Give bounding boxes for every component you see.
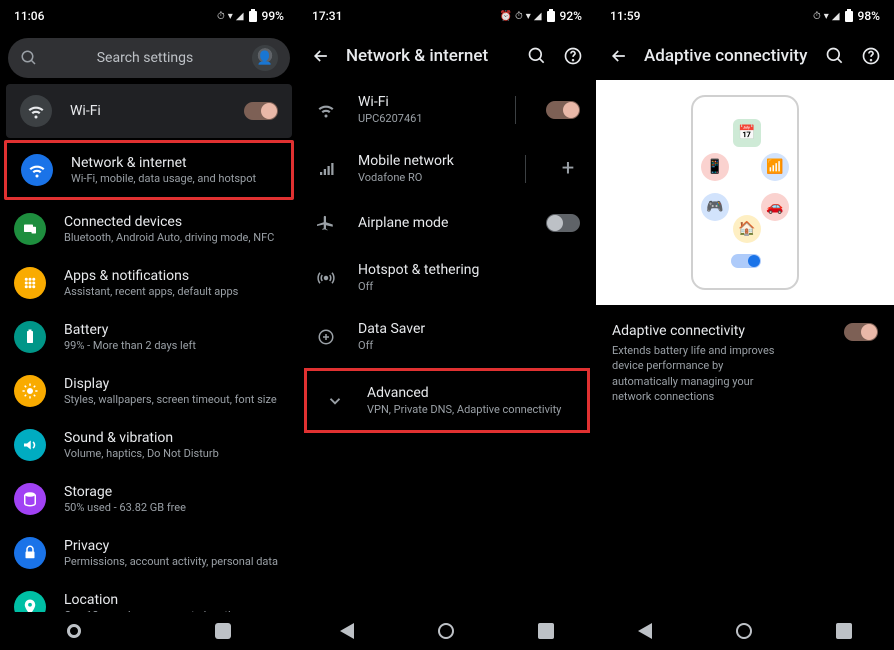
network-item-wifi[interactable]: Wi-FiUPC6207461 [298,80,596,139]
illus-toggle [731,254,761,268]
battery-icon [844,9,854,23]
screen-header: Network & internet [298,32,596,80]
battery-icon [546,9,556,23]
airplane-icon [314,214,338,232]
nav-back[interactable] [638,623,652,639]
devices-icon [14,213,46,245]
nav-recent-pill[interactable] [67,624,81,638]
add-network-button[interactable]: + [556,156,580,181]
battery-text: 98% [858,9,880,23]
screen-title: Network & internet [346,46,512,66]
screen-header: Adaptive connectivity [596,32,894,80]
clock: 17:31 [312,9,342,23]
network-item-hotspot[interactable]: Hotspot & tetheringOff [298,248,596,307]
adaptive-toggle[interactable] [844,323,878,341]
clock: 11:59 [610,9,640,23]
settings-item-network[interactable]: Network & internet Wi-Fi, mobile, data u… [7,143,291,197]
nav-bar [596,612,894,650]
highlight-network: Network & internet Wi-Fi, mobile, data u… [4,140,294,200]
illus-dot: 🎮 [701,193,729,221]
status-bar: 11:59 ⏱▾◢ 98% [596,0,894,32]
search-button[interactable] [824,45,846,67]
nav-bar [298,612,596,650]
back-button[interactable] [608,45,630,67]
status-icons: ⏰⏱▾◢ [500,11,542,22]
status-icons: ⏱▾◢ [217,11,244,22]
adaptive-setting-row[interactable]: Adaptive connectivity Extends battery li… [596,305,894,423]
illus-dot: 🏠 [733,215,761,243]
adaptive-title: Adaptive connectivity [612,323,792,339]
wifi-toggle[interactable] [244,102,278,120]
airplane-toggle[interactable] [546,214,580,232]
back-button[interactable] [310,45,332,67]
screen-title: Adaptive connectivity [644,46,810,66]
wifi-toggle[interactable] [546,101,580,119]
phone-illustration: 📅 📱 📶 🎮 🚗 🏠 [691,95,799,290]
illus-dot: 🚗 [761,193,789,221]
status-bar: 17:31 ⏰⏱▾◢ 92% [298,0,596,32]
battery-text: 99% [262,9,284,23]
sound-icon [14,429,46,461]
chevron-down-icon [323,392,347,410]
nav-bar [0,612,298,650]
search-placeholder: Search settings [48,50,242,66]
network-item-advanced[interactable]: AdvancedVPN, Private DNS, Adaptive conne… [307,371,587,430]
help-button[interactable] [860,45,882,67]
adaptive-panel: 11:59 ⏱▾◢ 98% Adaptive connectivity 📅 📱 … [596,0,894,650]
wifi-quick-toggle[interactable]: Wi-Fi [6,84,292,138]
privacy-icon [14,537,46,569]
network-item-datasaver[interactable]: Data SaverOff [298,307,596,366]
status-bar: 11:06 ⏱▾◢ 99% [0,0,298,32]
status-icons: ⏱▾◢ [813,11,840,22]
network-panel: 17:31 ⏰⏱▾◢ 92% Network & internet Wi-FiU… [298,0,596,650]
settings-root-panel: 11:06 ⏱▾◢ 99% Search settings 👤 Wi-Fi N [0,0,298,650]
signal-icon [314,160,338,178]
illus-dot: 📱 [701,153,729,181]
display-icon [14,375,46,407]
highlight-advanced: AdvancedVPN, Private DNS, Adaptive conne… [304,368,590,433]
adaptive-sub: Extends battery life and improves device… [612,343,792,405]
profile-avatar[interactable]: 👤 [252,45,278,71]
datasaver-icon [314,328,338,346]
nav-back[interactable] [340,623,354,639]
nav-home[interactable] [438,623,454,639]
settings-item-battery[interactable]: Battery99% - More than 2 days left [0,310,298,364]
search-button[interactable] [526,45,548,67]
wifi-icon [314,101,338,119]
illus-dot: 📶 [761,153,789,181]
network-icon [21,154,53,186]
nav-recent[interactable] [538,623,554,639]
settings-item-storage[interactable]: Storage50% used - 63.82 GB free [0,472,298,526]
nav-home[interactable] [215,623,231,639]
settings-item-sound[interactable]: Sound & vibrationVolume, haptics, Do Not… [0,418,298,472]
settings-item-apps[interactable]: Apps & notificationsAssistant, recent ap… [0,256,298,310]
wifi-title: Wi-Fi [70,102,226,120]
hotspot-icon [314,269,338,287]
illus-dot: 📅 [733,119,761,147]
settings-item-display[interactable]: DisplayStyles, wallpapers, screen timeou… [0,364,298,418]
battery-icon [248,9,258,23]
apps-icon [14,267,46,299]
battery-item-icon [14,321,46,353]
network-item-airplane[interactable]: Airplane mode [298,198,596,248]
wifi-icon [20,95,52,127]
search-bar[interactable]: Search settings 👤 [8,38,290,78]
help-button[interactable] [562,45,584,67]
settings-item-privacy[interactable]: PrivacyPermissions, account activity, pe… [0,526,298,580]
settings-item-connected[interactable]: Connected devicesBluetooth, Android Auto… [0,202,298,256]
search-icon [20,49,38,67]
nav-recent[interactable] [836,623,852,639]
network-item-mobile[interactable]: Mobile networkVodafone RO + [298,139,596,198]
battery-text: 92% [560,9,582,23]
nav-home[interactable] [736,623,752,639]
storage-icon [14,483,46,515]
clock: 11:06 [14,9,44,23]
illustration: 📅 📱 📶 🎮 🚗 🏠 [596,80,894,305]
